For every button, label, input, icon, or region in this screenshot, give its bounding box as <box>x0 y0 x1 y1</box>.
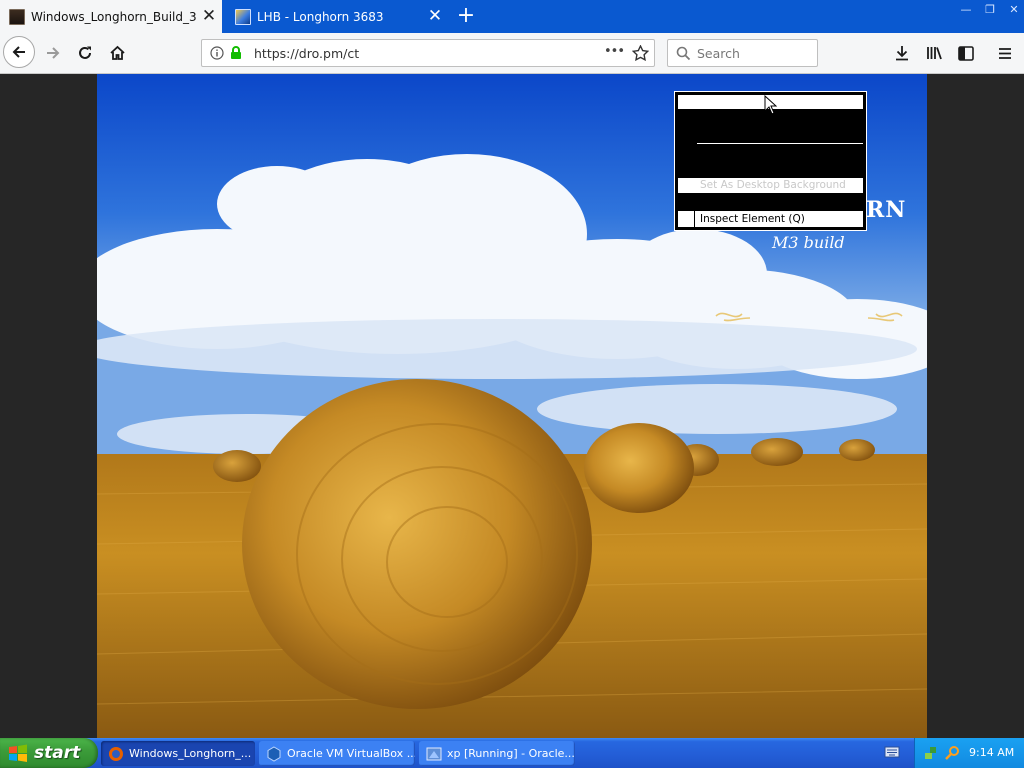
minimize-icon[interactable]: — <box>958 3 974 17</box>
download-icon <box>896 46 908 61</box>
vm-window-icon <box>426 747 442 760</box>
tab-lhb-longhorn[interactable]: LHB - Longhorn 3683 ✕ <box>226 0 448 33</box>
search-placeholder: Search <box>697 46 740 61</box>
keyboard-layout-icon[interactable] <box>884 745 900 759</box>
taskbar-item-virtualbox[interactable]: Oracle VM VirtualBox ... <box>259 741 415 766</box>
library-icon <box>926 47 942 60</box>
menu-separator <box>697 143 863 144</box>
navigation-toolbar: https://dro.pm/ct ••• Search <box>0 33 1024 74</box>
page-content <box>0 74 1024 738</box>
start-label: start <box>34 743 81 763</box>
tab-strip: Windows_Longhorn_Build_3683.jp ✕ LHB - L… <box>0 0 1024 33</box>
longhorn-build-subtitle: M3 build <box>772 233 845 252</box>
reload-button[interactable] <box>70 38 100 68</box>
search-bar[interactable]: Search <box>667 39 818 67</box>
tab-title: Windows_Longhorn_Build_3683.jp <box>31 9 196 24</box>
library-button[interactable] <box>919 38 949 68</box>
bookmark-star-icon[interactable] <box>632 45 649 61</box>
forward-button[interactable] <box>38 38 68 68</box>
windows-taskbar: start Windows_Longhorn_... Oracle VM Vir… <box>0 738 1024 768</box>
task-label: Windows_Longhorn_... <box>129 747 252 760</box>
security-key-icon[interactable] <box>944 745 960 761</box>
swirl-ornament-left-icon <box>715 312 751 322</box>
menu-item-set-desktop-background: Set As Desktop Background <box>678 178 863 193</box>
menu-item-label: Inspect Element (Q) <box>700 213 805 225</box>
firefox-icon <box>109 746 123 761</box>
close-tab-icon[interactable]: ✕ <box>196 0 222 33</box>
sidebar-button[interactable] <box>951 38 981 68</box>
menu-gutter <box>678 211 695 227</box>
lhb-favicon-icon <box>235 8 251 25</box>
hamburger-menu-icon <box>999 47 1011 59</box>
back-arrow-icon <box>12 46 25 58</box>
close-window-icon[interactable]: ✕ <box>1006 3 1022 17</box>
windows-flag-icon <box>9 744 27 762</box>
sidebar-icon <box>958 45 974 61</box>
start-button[interactable]: start <box>0 738 98 768</box>
mouse-cursor-icon <box>764 95 777 115</box>
swirl-ornament-right-icon <box>867 312 903 322</box>
restore-icon[interactable]: ❐ <box>982 3 998 17</box>
address-bar[interactable]: https://dro.pm/ct ••• <box>201 39 655 67</box>
image-favicon-icon <box>9 8 25 25</box>
forward-arrow-icon <box>47 47 60 59</box>
page-actions-menu-icon[interactable]: ••• <box>604 44 625 59</box>
downloads-button[interactable] <box>887 38 917 68</box>
network-icon[interactable] <box>924 745 940 761</box>
tab-title: LHB - Longhorn 3683 <box>257 9 384 24</box>
task-label: Oracle VM VirtualBox ... <box>287 747 415 760</box>
system-tray: 9:14 AM <box>914 738 1024 768</box>
search-icon <box>676 46 691 61</box>
home-icon <box>109 45 125 60</box>
close-tab-icon[interactable]: ✕ <box>422 0 448 33</box>
taskbar-item-xp-running[interactable]: xp [Running] - Oracle... <box>419 741 575 766</box>
taskbar-item-longhorn-image[interactable]: Windows_Longhorn_... <box>101 741 255 766</box>
menu-item-label: Set As Desktop Background <box>700 179 846 191</box>
secure-lock-icon[interactable] <box>230 45 242 60</box>
home-button[interactable] <box>102 38 132 68</box>
clock: 9:14 AM <box>969 746 1015 759</box>
info-icon[interactable] <box>210 46 224 60</box>
tab-longhorn-image[interactable]: Windows_Longhorn_Build_3683.jp ✕ <box>0 0 222 33</box>
longhorn-logo-text: RN <box>866 197 907 223</box>
url-text: https://dro.pm/ct <box>254 46 360 61</box>
virtualbox-icon <box>267 745 281 762</box>
menu-button[interactable] <box>990 38 1020 68</box>
new-tab-button[interactable]: + <box>454 0 478 33</box>
menu-item-inspect-element[interactable]: Inspect Element (Q) <box>678 211 863 227</box>
back-button[interactable] <box>3 36 35 68</box>
task-label: xp [Running] - Oracle... <box>447 747 575 760</box>
reload-icon <box>79 46 91 59</box>
